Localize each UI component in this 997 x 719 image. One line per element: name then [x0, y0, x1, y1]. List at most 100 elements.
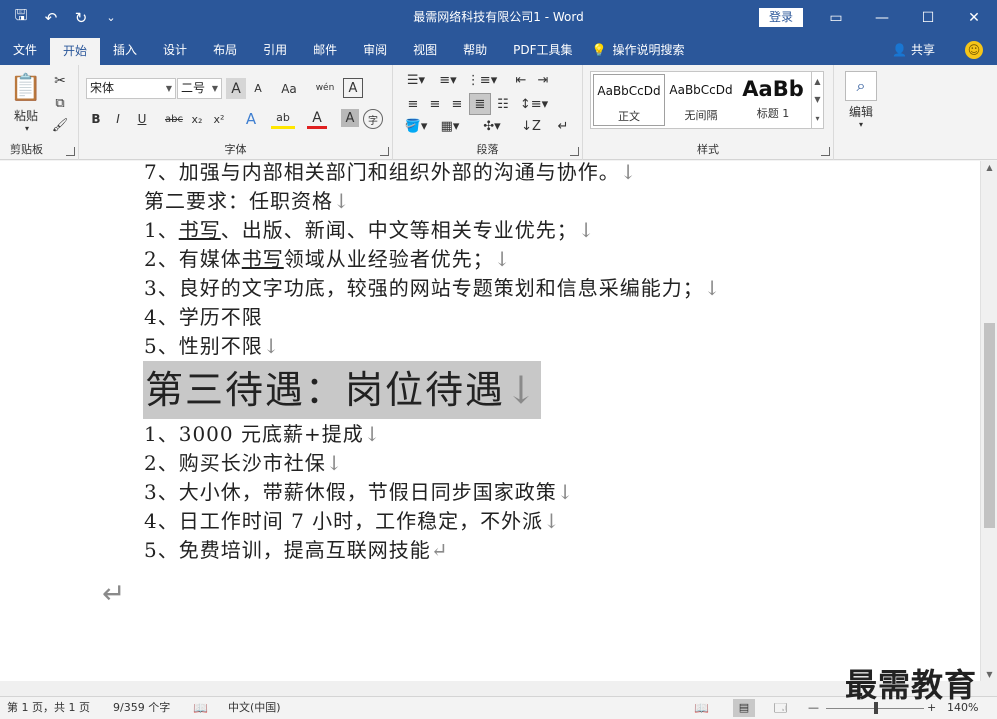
style-normal[interactable]: AaBbCcDd 正文: [593, 74, 665, 126]
underline-button[interactable]: U: [130, 109, 154, 129]
tab-references[interactable]: 引用: [250, 35, 300, 65]
justify-icon[interactable]: ≣: [469, 93, 491, 115]
editing-dropdown-icon[interactable]: ▾: [856, 119, 866, 129]
scroll-thumb[interactable]: [984, 323, 995, 528]
change-case-button[interactable]: Aa: [275, 78, 303, 99]
style-no-spacing[interactable]: AaBbCcDd 无间隔: [665, 74, 737, 126]
tab-file[interactable]: 文件: [0, 35, 50, 65]
redo-icon[interactable]: ↻: [68, 5, 94, 31]
format-painter-icon[interactable]: 🖌: [50, 115, 70, 135]
tab-help[interactable]: 帮助: [450, 35, 500, 65]
save-icon[interactable]: 🖫: [8, 5, 34, 31]
read-mode-icon[interactable]: 📖: [694, 697, 709, 719]
vertical-scrollbar[interactable]: ▲ ▼: [980, 161, 997, 681]
tab-layout[interactable]: 布局: [200, 35, 250, 65]
paragraph-launcher-icon[interactable]: [570, 147, 579, 156]
shrink-font-button[interactable]: A: [248, 78, 268, 99]
font-name-combo[interactable]: 宋体 ▼: [86, 78, 176, 99]
style-heading-1[interactable]: AaBb 标题 1: [737, 74, 809, 126]
superscript-button[interactable]: x²: [209, 109, 229, 129]
font-size-combo[interactable]: 二号 ▼: [177, 78, 222, 99]
tab-pdf-tools[interactable]: PDF工具集: [500, 35, 585, 65]
ribbon-display-options-icon[interactable]: ▭: [813, 0, 859, 35]
copy-icon[interactable]: ⧉: [50, 93, 70, 113]
tab-review[interactable]: 审阅: [350, 35, 400, 65]
underlined-text: 书写: [178, 218, 221, 242]
strikethrough-button[interactable]: abc: [163, 109, 185, 129]
paste-icon[interactable]: 📋: [8, 71, 44, 105]
align-center-icon[interactable]: ≡: [425, 95, 445, 113]
shading-icon[interactable]: 🪣▾: [403, 117, 429, 135]
maximize-button[interactable]: ☐: [905, 0, 951, 35]
chevron-down-icon[interactable]: ▼: [814, 95, 820, 104]
editing-label: 编辑: [848, 104, 873, 119]
login-button[interactable]: 登录: [759, 8, 803, 27]
highlight-button[interactable]: ab: [271, 109, 295, 129]
styles-launcher-icon[interactable]: [821, 147, 830, 156]
font-group-label: 字体: [224, 143, 247, 156]
tab-design[interactable]: 设计: [150, 35, 200, 65]
numbering-icon[interactable]: ≡▾: [435, 71, 461, 89]
subscript-button[interactable]: x₂: [187, 109, 207, 129]
feedback-smiley-icon[interactable]: ☺: [965, 41, 983, 59]
web-layout-icon[interactable]: 🗔: [774, 697, 787, 719]
find-icon[interactable]: ⌕: [845, 71, 877, 101]
borders-icon[interactable]: ▦▾: [437, 117, 463, 135]
align-left-icon[interactable]: ≡: [403, 95, 423, 113]
doc-line: 第二要求：任职资格↓: [144, 189, 351, 213]
paste-dropdown-icon[interactable]: ▾: [22, 123, 32, 133]
tab-home[interactable]: 开始: [50, 38, 101, 65]
ribbon-tabs: 文件 开始 插入 设计 布局 引用 邮件 审阅 视图 帮助 PDF工具集 💡 操…: [0, 35, 997, 65]
font-launcher-icon[interactable]: [380, 147, 389, 156]
chevron-up-icon[interactable]: ▲: [814, 77, 820, 86]
zoom-out-button[interactable]: —: [808, 697, 819, 719]
text-effects-button[interactable]: A: [239, 109, 263, 129]
styles-gallery-scroll[interactable]: ▲ ▼ ▾: [811, 72, 823, 128]
tab-view[interactable]: 视图: [400, 35, 450, 65]
minimize-button[interactable]: —: [859, 0, 905, 35]
clipboard-launcher-icon[interactable]: [66, 147, 75, 156]
customize-qat-icon[interactable]: ⌄: [98, 5, 124, 31]
decrease-indent-icon[interactable]: ⇤: [511, 71, 531, 89]
align-right-icon[interactable]: ≡: [447, 95, 467, 113]
tell-me-search[interactable]: 💡 操作说明搜索: [586, 35, 685, 65]
sort-icon[interactable]: ↓Z: [521, 117, 541, 135]
show-marks-icon[interactable]: ↵: [553, 117, 573, 135]
language-indicator[interactable]: 中文(中国): [228, 697, 281, 719]
increase-indent-icon[interactable]: ⇥: [533, 71, 553, 89]
share-button[interactable]: 👤 共享: [892, 35, 935, 65]
enclose-characters-button[interactable]: 字: [363, 109, 383, 129]
paragraph-group-label: 段落: [476, 143, 499, 156]
cut-icon[interactable]: ✂: [50, 71, 70, 91]
distributed-icon[interactable]: ☷: [493, 95, 513, 113]
doc-line: 5、性别不限↓: [144, 334, 281, 358]
benefit-line: 3、大小休，带薪休假，节假日同步国家政策↓: [144, 480, 575, 504]
scroll-down-icon[interactable]: ▼: [981, 670, 997, 679]
multilevel-list-icon[interactable]: ⋮≡▾: [467, 71, 497, 89]
bullets-icon[interactable]: ☰▾: [403, 71, 429, 89]
proofing-icon[interactable]: 📖: [193, 697, 208, 719]
bold-button[interactable]: B: [86, 109, 106, 129]
grow-font-button[interactable]: A: [226, 78, 246, 99]
font-color-button[interactable]: A: [307, 109, 327, 129]
asian-layout-icon[interactable]: ✣▾: [477, 117, 507, 135]
line-spacing-icon[interactable]: ↕≡▾: [520, 95, 548, 113]
lightbulb-icon: 💡: [591, 43, 607, 57]
tab-insert[interactable]: 插入: [100, 35, 150, 65]
character-border-button[interactable]: A: [343, 78, 363, 98]
undo-icon[interactable]: ↶: [38, 5, 64, 31]
print-layout-icon[interactable]: ▤: [733, 699, 755, 717]
scroll-up-icon[interactable]: ▲: [981, 163, 997, 172]
tab-mailings[interactable]: 邮件: [300, 35, 350, 65]
paste-label[interactable]: 粘贴: [8, 107, 44, 123]
character-shading-button[interactable]: A: [341, 109, 359, 127]
phonetic-guide-button[interactable]: wén: [315, 77, 335, 99]
editing-group[interactable]: ⌕ 编辑 ▾: [834, 65, 894, 160]
page-count[interactable]: 第 1 页，共 1 页: [7, 697, 90, 719]
word-count[interactable]: 9/359 个字: [113, 697, 170, 719]
more-styles-icon[interactable]: ▾: [815, 114, 819, 123]
italic-button[interactable]: I: [108, 109, 128, 129]
paragraph-mark-icon: ↵: [102, 577, 126, 610]
document-page[interactable]: 7、加强与内部相关部门和组织外部的沟通与协作。↓ 第二要求：任职资格↓ 1、书写…: [0, 161, 980, 681]
close-button[interactable]: ✕: [951, 0, 997, 35]
